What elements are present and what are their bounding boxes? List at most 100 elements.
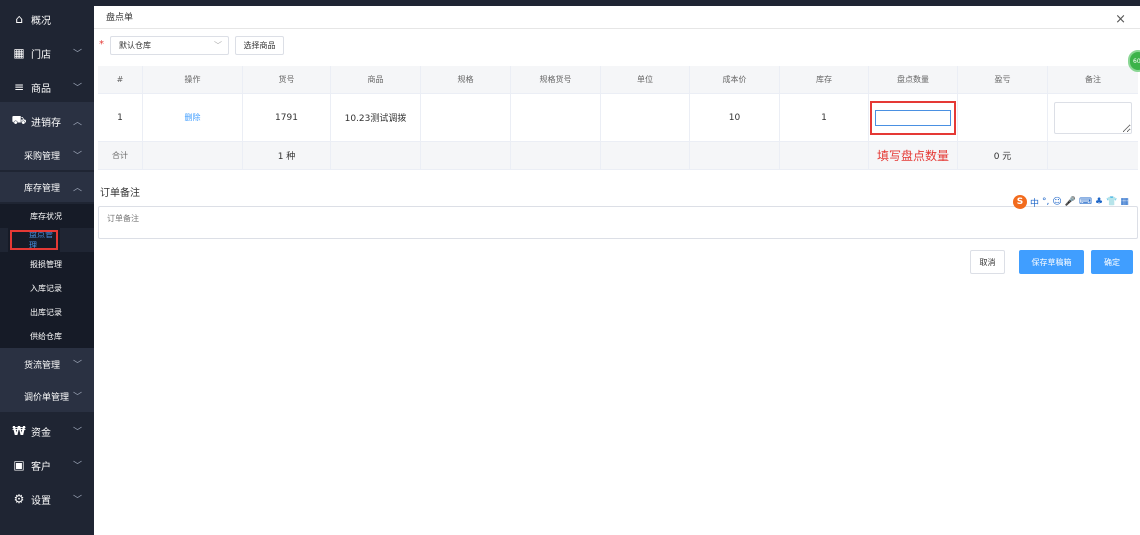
chevron-up-icon: ︿ bbox=[72, 183, 82, 194]
nav-label: 进销存 bbox=[31, 117, 61, 129]
total-empty bbox=[1048, 142, 1138, 169]
dialog-title: 盘点单 bbox=[106, 13, 134, 23]
nav-stocktake[interactable]: 盘点管理 bbox=[8, 228, 60, 252]
required-asterisk: * bbox=[99, 39, 104, 50]
total-empty bbox=[511, 142, 601, 169]
total-empty bbox=[421, 142, 511, 169]
nav-label: 供给仓库 bbox=[30, 331, 62, 341]
nav-purchase[interactable]: 采购管理 ﹀ bbox=[0, 140, 94, 170]
nav-stock-mgmt[interactable]: 库存管理 ︿ bbox=[0, 172, 94, 202]
store-icon: ▦ bbox=[13, 46, 25, 60]
cell-stock: 1 bbox=[780, 94, 869, 141]
total-empty bbox=[331, 142, 421, 169]
sogou-logo-icon[interactable]: S bbox=[1013, 195, 1027, 209]
nav-label: 库存状况 bbox=[30, 211, 62, 221]
nav-store[interactable]: ▦ 门店 ﹀ bbox=[0, 34, 94, 72]
currency-icon: ₩ bbox=[12, 424, 26, 438]
ime-language[interactable]: 中 bbox=[1030, 196, 1039, 209]
select-goods-button[interactable]: 选择商品 bbox=[235, 36, 284, 55]
nav-label: 采购管理 bbox=[24, 151, 61, 162]
gear-icon: ⚙ bbox=[13, 492, 25, 506]
cancel-button[interactable]: 取消 bbox=[970, 250, 1005, 274]
nav-label: 盘点管理 bbox=[29, 230, 53, 250]
table-header: # 操作 货号 商品 规格 规格货号 单位 成本价 库存 盘点数量 盈亏 备注 bbox=[98, 66, 1138, 94]
cell-count bbox=[869, 94, 958, 141]
chevron-down-icon: ﹀ bbox=[72, 360, 82, 371]
nav-logistics[interactable]: 货流管理 ﹀ bbox=[0, 348, 94, 380]
cell-product: 10.23测试调拨 bbox=[331, 94, 421, 141]
cell-sku: 1791 bbox=[243, 94, 331, 141]
nav-price-adjust[interactable]: 调价单管理 ﹀ bbox=[0, 380, 94, 412]
count-quantity-input[interactable] bbox=[875, 109, 951, 126]
stocktake-dialog: 盘点单 × * 默认仓库 ﹀ 选择商品 # 操作 货号 商品 规格 规格货号 单… bbox=[94, 6, 1140, 535]
total-hint: 填写盘点数量 bbox=[869, 142, 958, 169]
punctuation-icon[interactable]: °, bbox=[1042, 197, 1049, 207]
nav-label: 概况 bbox=[31, 15, 51, 27]
column-header: 规格货号 bbox=[511, 66, 601, 93]
emoji-icon[interactable]: ☺ bbox=[1052, 197, 1061, 207]
chevron-down-icon: ﹀ bbox=[214, 41, 222, 50]
sidebar: ⌂ 概况 ▦ 门店 ﹀ ≡ 商品 ﹀ ⛟ 进销存 ︿ 采购管理 ﹀ 库存管理 ︿… bbox=[0, 0, 94, 535]
nav-overview[interactable]: ⌂ 概况 bbox=[0, 0, 94, 38]
nav-customers[interactable]: ▣ 客户 ﹀ bbox=[0, 446, 94, 484]
nav-inbound-records[interactable]: 入库记录 bbox=[0, 276, 94, 300]
menu-grid-icon[interactable]: ▦ bbox=[1120, 197, 1129, 207]
chevron-down-icon: ﹀ bbox=[72, 49, 82, 60]
nav-outbound-records[interactable]: 出库记录 bbox=[0, 300, 94, 324]
warehouse-select[interactable]: 默认仓库 ﹀ bbox=[110, 36, 229, 55]
cell-profit-loss bbox=[958, 94, 1048, 141]
column-header: # bbox=[98, 66, 143, 93]
column-header: 盘点数量 bbox=[869, 66, 958, 93]
column-header: 操作 bbox=[143, 66, 243, 93]
count-highlight bbox=[870, 100, 956, 135]
nav-label: 货流管理 bbox=[24, 360, 61, 371]
nav-label: 设置 bbox=[31, 495, 51, 507]
close-button[interactable]: × bbox=[1115, 12, 1126, 27]
keyboard-icon[interactable]: ⌨ bbox=[1079, 197, 1092, 207]
save-draft-button[interactable]: 保存草稿箱 bbox=[1019, 250, 1084, 274]
total-empty bbox=[143, 142, 243, 169]
nav-label: 门店 bbox=[31, 49, 51, 61]
order-note-input[interactable] bbox=[98, 206, 1138, 239]
total-empty bbox=[690, 142, 780, 169]
skin-icon[interactable]: 👕 bbox=[1106, 197, 1117, 207]
table-row: 1 删除 1791 10.23测试调拨 10 1 bbox=[98, 94, 1138, 142]
column-header: 单位 bbox=[601, 66, 690, 93]
chevron-down-icon: ﹀ bbox=[72, 83, 82, 94]
cell-cost: 10 bbox=[690, 94, 780, 141]
column-header: 盈亏 bbox=[958, 66, 1048, 93]
nav-goods[interactable]: ≡ 商品 ﹀ bbox=[0, 68, 94, 106]
nav-settings[interactable]: ⚙ 设置 ﹀ bbox=[0, 480, 94, 518]
fill-count-hint: 填写盘点数量 bbox=[876, 149, 949, 163]
nav-label: 客户 bbox=[31, 461, 51, 473]
chevron-down-icon: ﹀ bbox=[72, 427, 82, 438]
tools-icon[interactable]: ♣ bbox=[1095, 197, 1103, 207]
cell-spec bbox=[421, 94, 511, 141]
nav-funds[interactable]: ₩ 资金 ﹀ bbox=[0, 412, 94, 450]
delete-link[interactable]: 删除 bbox=[185, 112, 201, 123]
nav-supply-warehouse[interactable]: 供给仓库 bbox=[0, 324, 94, 348]
nav-damage-report[interactable]: 报损管理 bbox=[0, 252, 94, 276]
divider bbox=[94, 28, 1140, 29]
chevron-down-icon: ﹀ bbox=[72, 392, 82, 403]
nav-inventory[interactable]: ⛟ 进销存 ︿ bbox=[0, 102, 94, 140]
nav-label: 报损管理 bbox=[30, 259, 62, 269]
nav-label: 入库记录 bbox=[30, 283, 62, 293]
microphone-icon[interactable]: 🎤 bbox=[1065, 197, 1076, 207]
column-header: 成本价 bbox=[690, 66, 780, 93]
home-icon: ⌂ bbox=[15, 12, 23, 26]
chevron-down-icon: ﹀ bbox=[72, 495, 82, 506]
nav-label: 商品 bbox=[31, 83, 51, 95]
row-note-input[interactable] bbox=[1054, 101, 1132, 134]
truck-icon: ⛟ bbox=[11, 113, 27, 127]
warehouse-value: 默认仓库 bbox=[119, 41, 151, 50]
cell-spec-sku bbox=[511, 94, 601, 141]
total-kinds: 1 种 bbox=[243, 142, 331, 169]
nav-stock-status[interactable]: 库存状况 bbox=[0, 204, 94, 228]
id-card-icon: ▣ bbox=[13, 458, 25, 472]
floating-badge[interactable]: 60 bbox=[1128, 50, 1140, 72]
column-header: 货号 bbox=[243, 66, 331, 93]
ime-toolbar: S 中 °, ☺ 🎤 ⌨ ♣ 👕 ▦ bbox=[1013, 194, 1135, 210]
confirm-button[interactable]: 确定 bbox=[1091, 250, 1133, 274]
total-amount: 0 元 bbox=[958, 142, 1048, 169]
